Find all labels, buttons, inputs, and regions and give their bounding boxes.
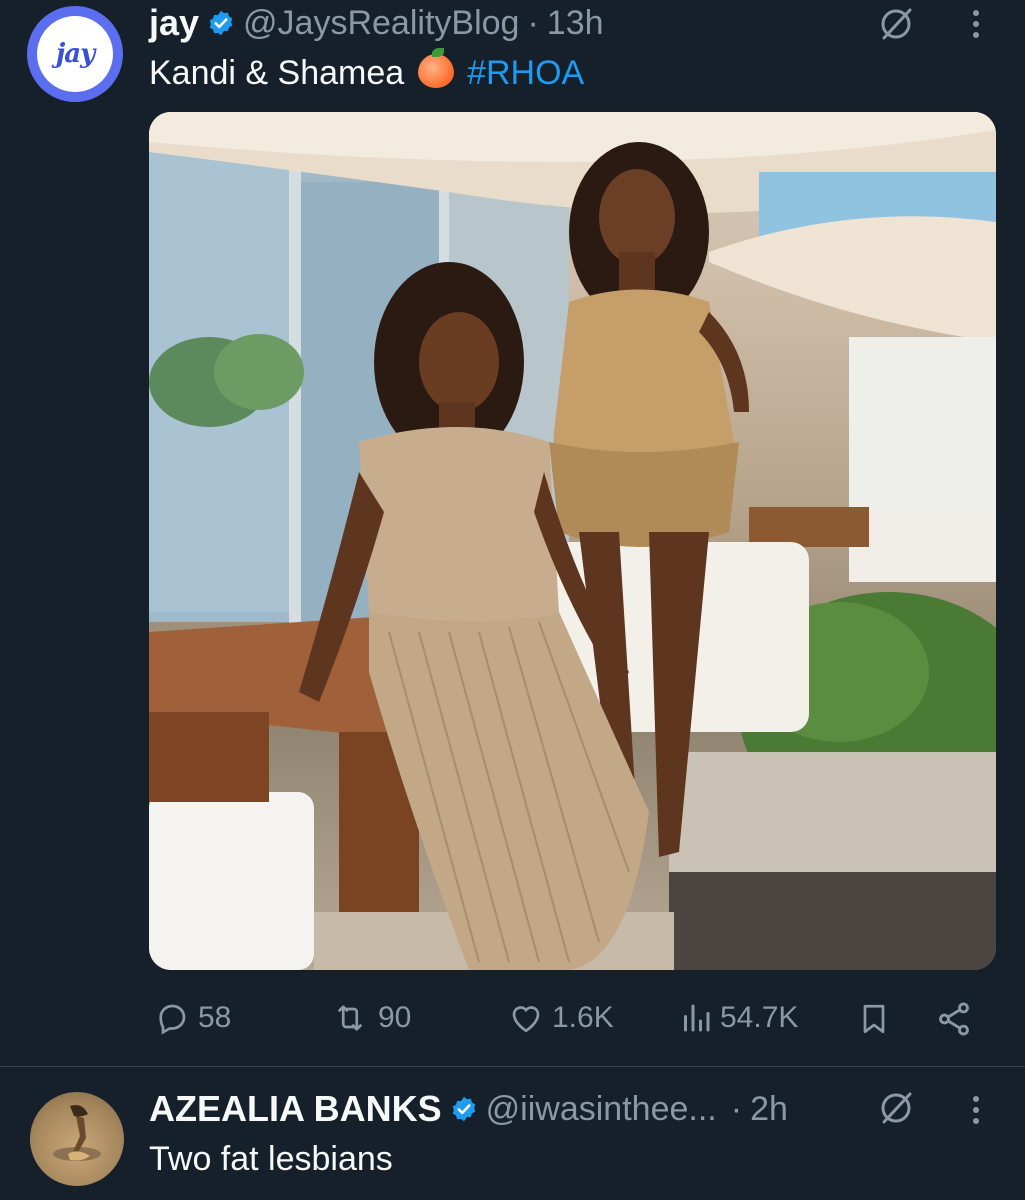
photo-scene <box>149 112 996 970</box>
grok-icon[interactable] <box>876 1088 916 1133</box>
views-count: 54.7K <box>720 1001 799 1034</box>
more-options-icon[interactable] <box>973 10 979 43</box>
verified-badge-icon <box>207 9 235 37</box>
author-name[interactable]: jay <box>149 2 199 44</box>
tweet-text-2: Two fat lesbians <box>149 1140 393 1178</box>
tweet-action-bar: 58 90 1.6K 54.7K <box>0 1000 1025 1040</box>
share-icon <box>939 1002 969 1036</box>
peach-emoji-icon <box>417 48 454 88</box>
bookmark-icon <box>863 1004 885 1034</box>
share-button[interactable] <box>934 1000 974 1038</box>
separator-dot-2: · <box>730 1089 743 1128</box>
like-count: 1.6K <box>552 1001 614 1034</box>
author-handle-2[interactable]: @iiwasinthee... <box>486 1090 717 1129</box>
repost-icon <box>337 1005 363 1031</box>
reply-icon <box>159 1004 186 1035</box>
tweet-photo[interactable] <box>149 112 996 970</box>
more-options-icon[interactable] <box>973 1096 979 1129</box>
repost-button[interactable]: 90 <box>328 1000 411 1036</box>
like-button[interactable]: 1.6K <box>506 1000 614 1036</box>
tweet-header-2: AZEALIA BANKS @iiwasinthee... · 2h <box>149 1086 788 1132</box>
grok-icon[interactable] <box>876 4 916 49</box>
heart-icon <box>512 1006 540 1033</box>
hashtag-link[interactable]: #RHOA <box>467 54 584 92</box>
tweet-header: jay @JaysRealityBlog · 13h <box>149 0 604 46</box>
avatar-logo: jay <box>37 16 113 92</box>
author-name-2[interactable]: AZEALIA BANKS <box>149 1088 442 1130</box>
repost-count: 90 <box>378 1001 412 1034</box>
tweet-divider <box>0 1066 1025 1067</box>
author-avatar[interactable]: jay <box>27 6 123 102</box>
author-handle[interactable]: @JaysRealityBlog <box>243 4 519 43</box>
reply-button[interactable]: 58 <box>152 1000 231 1036</box>
author-avatar-2[interactable] <box>30 1092 124 1186</box>
avatar-image <box>53 1105 101 1161</box>
verified-badge-icon <box>450 1095 478 1123</box>
tweet-time[interactable]: 13h <box>547 4 604 43</box>
tweet-time-2[interactable]: 2h <box>750 1090 788 1129</box>
separator-dot: · <box>527 3 539 42</box>
tweet-text-body: Kandi & Shamea <box>149 54 405 92</box>
analytics-icon <box>684 1004 710 1032</box>
views-button[interactable]: 54.7K <box>678 1000 798 1036</box>
bookmark-button[interactable] <box>856 1000 892 1038</box>
reply-count: 58 <box>198 1001 232 1034</box>
tweet-text: Kandi & Shamea #RHOA <box>149 48 584 93</box>
